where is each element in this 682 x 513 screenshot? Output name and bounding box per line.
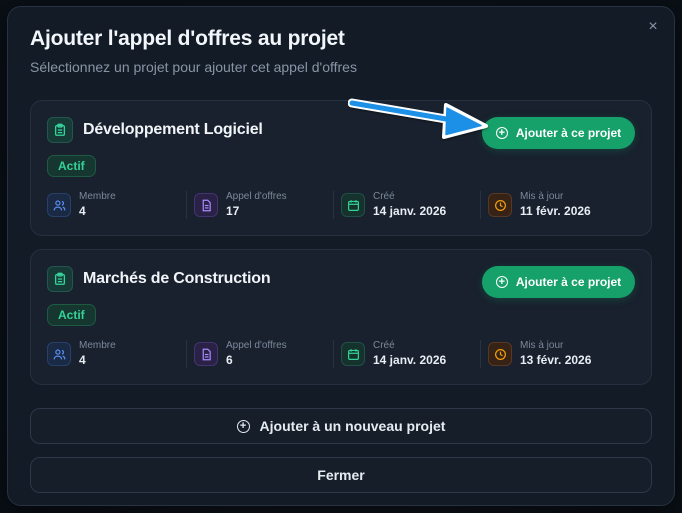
stat-value: 4 [79, 353, 86, 367]
calendar-icon [341, 193, 365, 217]
stat-value: 14 janv. 2026 [373, 353, 447, 367]
clipboard-icon [47, 266, 73, 292]
stat-label: Mis à jour [520, 340, 564, 351]
project-card: Développement Logiciel Actif + Ajouter à… [30, 100, 652, 236]
stat-value: 4 [79, 204, 86, 218]
stat-label: Créé [373, 340, 395, 351]
stat-created: Créé 14 janv. 2026 [333, 338, 488, 370]
document-icon [194, 342, 218, 366]
add-new-project-label: Ajouter à un nouveau projet [259, 418, 446, 434]
stat-tenders: Appel d'offres 17 [186, 189, 341, 221]
close-button[interactable]: Fermer [30, 457, 652, 493]
users-icon [47, 342, 71, 366]
add-to-project-label: Ajouter à ce projet [515, 126, 622, 140]
stat-tenders: Appel d'offres 6 [186, 338, 341, 370]
project-name: Développement Logiciel [83, 121, 263, 138]
add-new-project-button[interactable]: + Ajouter à un nouveau projet [30, 408, 652, 444]
stat-label: Créé [373, 191, 395, 202]
status-badge: Actif [47, 304, 96, 326]
add-to-project-button[interactable]: + Ajouter à ce projet [482, 266, 635, 298]
add-to-project-button[interactable]: + Ajouter à ce projet [482, 117, 635, 149]
document-icon [194, 193, 218, 217]
close-button-label: Fermer [317, 467, 365, 483]
dialog-title: Ajouter l'appel d'offres au projet [30, 27, 345, 50]
clock-icon [488, 342, 512, 366]
stat-label: Mis à jour [520, 191, 564, 202]
clipboard-icon [47, 117, 73, 143]
plus-circle-icon: + [495, 276, 508, 288]
project-card: Marchés de Construction Actif + Ajouter … [30, 249, 652, 385]
stat-updated: Mis à jour 11 févr. 2026 [480, 189, 635, 221]
project-name: Marchés de Construction [83, 270, 271, 287]
stat-label: Membre [79, 191, 116, 202]
add-to-project-dialog: × Ajouter l'appel d'offres au projet Sél… [7, 6, 675, 506]
plus-circle-icon: + [495, 127, 508, 139]
add-to-project-label: Ajouter à ce projet [515, 275, 622, 289]
close-icon[interactable]: × [644, 18, 662, 36]
stat-members: Membre 4 [47, 338, 194, 370]
stat-value: 11 févr. 2026 [520, 204, 591, 218]
status-badge: Actif [47, 155, 96, 177]
stat-updated: Mis à jour 13 févr. 2026 [480, 338, 635, 370]
dialog-subtitle: Sélectionnez un projet pour ajouter cet … [30, 59, 357, 75]
stat-value: 6 [226, 353, 233, 367]
stat-value: 13 févr. 2026 [520, 353, 592, 367]
stat-value: 17 [226, 204, 240, 218]
plus-circle-icon: + [236, 419, 250, 433]
stat-value: 14 janv. 2026 [373, 204, 447, 218]
stat-created: Créé 14 janv. 2026 [333, 189, 488, 221]
project-stats: Membre 4 Appel d'offres 6 Créé 14 janv. … [47, 338, 635, 370]
stat-label: Membre [79, 340, 116, 351]
stat-members: Membre 4 [47, 189, 194, 221]
clock-icon [488, 193, 512, 217]
calendar-icon [341, 342, 365, 366]
stat-label: Appel d'offres [226, 191, 287, 202]
project-stats: Membre 4 Appel d'offres 17 Créé 14 janv.… [47, 189, 635, 221]
stat-label: Appel d'offres [226, 340, 287, 351]
users-icon [47, 193, 71, 217]
